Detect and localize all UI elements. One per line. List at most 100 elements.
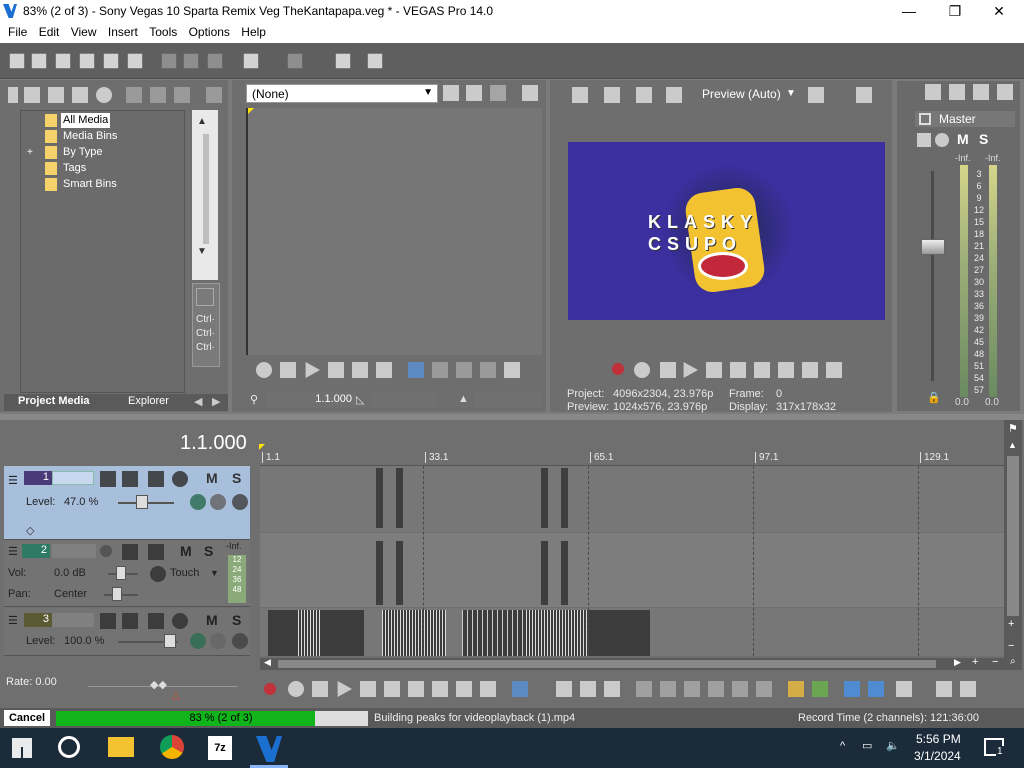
mixer-settings-icon[interactable] xyxy=(925,84,941,100)
trim-mode-icon[interactable] xyxy=(408,362,424,378)
shadow-icon[interactable] xyxy=(335,53,351,69)
menu-view[interactable]: View xyxy=(63,23,97,39)
grid-icon[interactable] xyxy=(808,87,824,103)
menu-insert[interactable]: Insert xyxy=(100,23,138,39)
fx-chain-icon[interactable] xyxy=(917,133,931,147)
hscroll-thumb[interactable] xyxy=(278,660,936,668)
menu-tools[interactable]: Tools xyxy=(141,23,177,39)
panel-close-icon[interactable] xyxy=(8,87,18,103)
tree-item-tags[interactable]: Tags xyxy=(63,161,86,176)
tab-scroll-left-icon[interactable]: ◀ xyxy=(194,395,202,408)
solo-button[interactable]: S xyxy=(979,131,988,147)
track-solo-button[interactable]: S xyxy=(232,612,241,628)
paste-icon[interactable] xyxy=(207,53,223,69)
zoom-in-icon[interactable]: + xyxy=(972,656,978,668)
capture-icon[interactable] xyxy=(48,87,64,103)
event-clip[interactable] xyxy=(541,468,548,528)
composite-mode-icon[interactable] xyxy=(172,471,188,487)
automation-icon[interactable] xyxy=(148,613,164,629)
record-icon[interactable] xyxy=(612,363,624,375)
go-to-end-icon[interactable] xyxy=(778,362,794,378)
play-icon[interactable] xyxy=(337,681,352,697)
pause-icon[interactable] xyxy=(360,681,376,697)
spellcheck-icon[interactable] xyxy=(443,85,459,101)
vscroll-thumb[interactable] xyxy=(1007,456,1019,616)
render-icon[interactable] xyxy=(103,53,119,69)
track-name-field[interactable] xyxy=(52,471,94,485)
track-collapse-icon[interactable]: ☰ xyxy=(8,474,18,487)
marker-icon[interactable] xyxy=(788,681,804,697)
audio-event[interactable] xyxy=(382,610,446,656)
span-icon[interactable]: ▲ xyxy=(458,393,469,405)
volume-muted-icon[interactable]: 🔈 xyxy=(886,739,900,752)
scroll-right-icon[interactable]: ▶ xyxy=(954,657,961,668)
7zip-icon[interactable]: 7z xyxy=(208,736,232,760)
insert-icon[interactable] xyxy=(432,362,448,378)
track-name-field[interactable] xyxy=(52,613,94,627)
network-icon[interactable]: ▭ xyxy=(862,739,872,752)
lock-envelopes-icon[interactable] xyxy=(936,681,952,697)
stop-icon[interactable] xyxy=(352,362,368,378)
automation-icon[interactable] xyxy=(148,471,164,487)
new-icon[interactable] xyxy=(9,53,25,69)
audio-event[interactable] xyxy=(462,610,526,656)
properties-icon[interactable] xyxy=(127,53,143,69)
event-clip[interactable] xyxy=(561,468,568,528)
fx-icon[interactable] xyxy=(174,87,190,103)
event-clip[interactable] xyxy=(561,541,568,605)
arm-record-icon[interactable] xyxy=(100,545,112,557)
save-as-icon[interactable] xyxy=(79,53,95,69)
chrome-icon[interactable] xyxy=(160,735,184,759)
clock-time[interactable]: 5:56 PM xyxy=(916,732,961,746)
marker-flag-icon[interactable]: ⚑ xyxy=(1008,422,1018,435)
trimmer-media-dropdown[interactable]: (None) ▼ xyxy=(246,84,438,103)
stop-icon[interactable] xyxy=(730,362,746,378)
track-solo-button[interactable]: S xyxy=(204,543,213,559)
save-icon[interactable] xyxy=(55,53,71,69)
keyframe-icon[interactable]: ◇ xyxy=(26,524,34,537)
prev-frame-icon[interactable] xyxy=(456,681,472,697)
clear-icon[interactable] xyxy=(490,85,506,101)
play-from-start-icon[interactable] xyxy=(660,362,676,378)
minimize-button[interactable]: — xyxy=(886,0,932,23)
timeline-cursor-time[interactable]: 1.1.000 xyxy=(180,432,247,455)
next-frame-icon[interactable] xyxy=(826,362,842,378)
ripple-icon[interactable] xyxy=(896,681,912,697)
lock-icon[interactable]: 🔒 xyxy=(927,391,941,404)
maximize-button[interactable]: ❐ xyxy=(932,0,978,23)
cut-icon[interactable] xyxy=(161,53,177,69)
fit-icon[interactable] xyxy=(480,362,496,378)
tree-item-by-type[interactable]: By Type xyxy=(63,145,103,160)
play-from-start-icon[interactable] xyxy=(312,681,328,697)
downmix-icon[interactable] xyxy=(949,84,965,100)
region-icon[interactable] xyxy=(812,681,828,697)
prev-frame-icon[interactable] xyxy=(802,362,818,378)
open-icon[interactable] xyxy=(31,53,47,69)
audio-event[interactable] xyxy=(526,610,588,656)
rate-slider[interactable]: ◆◆ xyxy=(150,678,167,691)
timeline-vscrollbar[interactable]: ⚑ ▲ + − xyxy=(1004,420,1022,658)
event-clip[interactable] xyxy=(376,541,383,605)
gear-icon[interactable] xyxy=(150,566,166,582)
dim-icon[interactable] xyxy=(973,84,989,100)
marker-in-icon[interactable]: ◺ xyxy=(356,393,364,406)
tab-project-media[interactable]: Project Media xyxy=(18,395,90,407)
play-icon[interactable] xyxy=(305,362,320,378)
clock-date[interactable]: 3/1/2024 xyxy=(914,749,961,763)
audio-event[interactable] xyxy=(588,610,650,656)
pause-icon[interactable] xyxy=(706,362,722,378)
parent-icon[interactable] xyxy=(232,494,248,510)
undo-icon[interactable] xyxy=(243,53,259,69)
go-to-start-icon[interactable] xyxy=(408,681,424,697)
track-mute-button[interactable]: M xyxy=(180,543,192,559)
record-icon[interactable] xyxy=(264,683,276,695)
menu-edit[interactable]: Edit xyxy=(31,23,60,39)
menu-file[interactable]: File xyxy=(0,23,27,39)
redo-icon[interactable] xyxy=(287,53,303,69)
timeline-hscrollbar[interactable]: ◀ ▶ + − ⌕ xyxy=(260,656,1022,670)
zoom-in-icon[interactable]: + xyxy=(1008,618,1014,630)
tab-explorer[interactable]: Explorer xyxy=(128,395,169,407)
scroll-up-icon[interactable]: ▲ xyxy=(197,116,207,127)
stop-icon[interactable] xyxy=(384,681,400,697)
trimmer-options-icon[interactable] xyxy=(522,85,538,101)
